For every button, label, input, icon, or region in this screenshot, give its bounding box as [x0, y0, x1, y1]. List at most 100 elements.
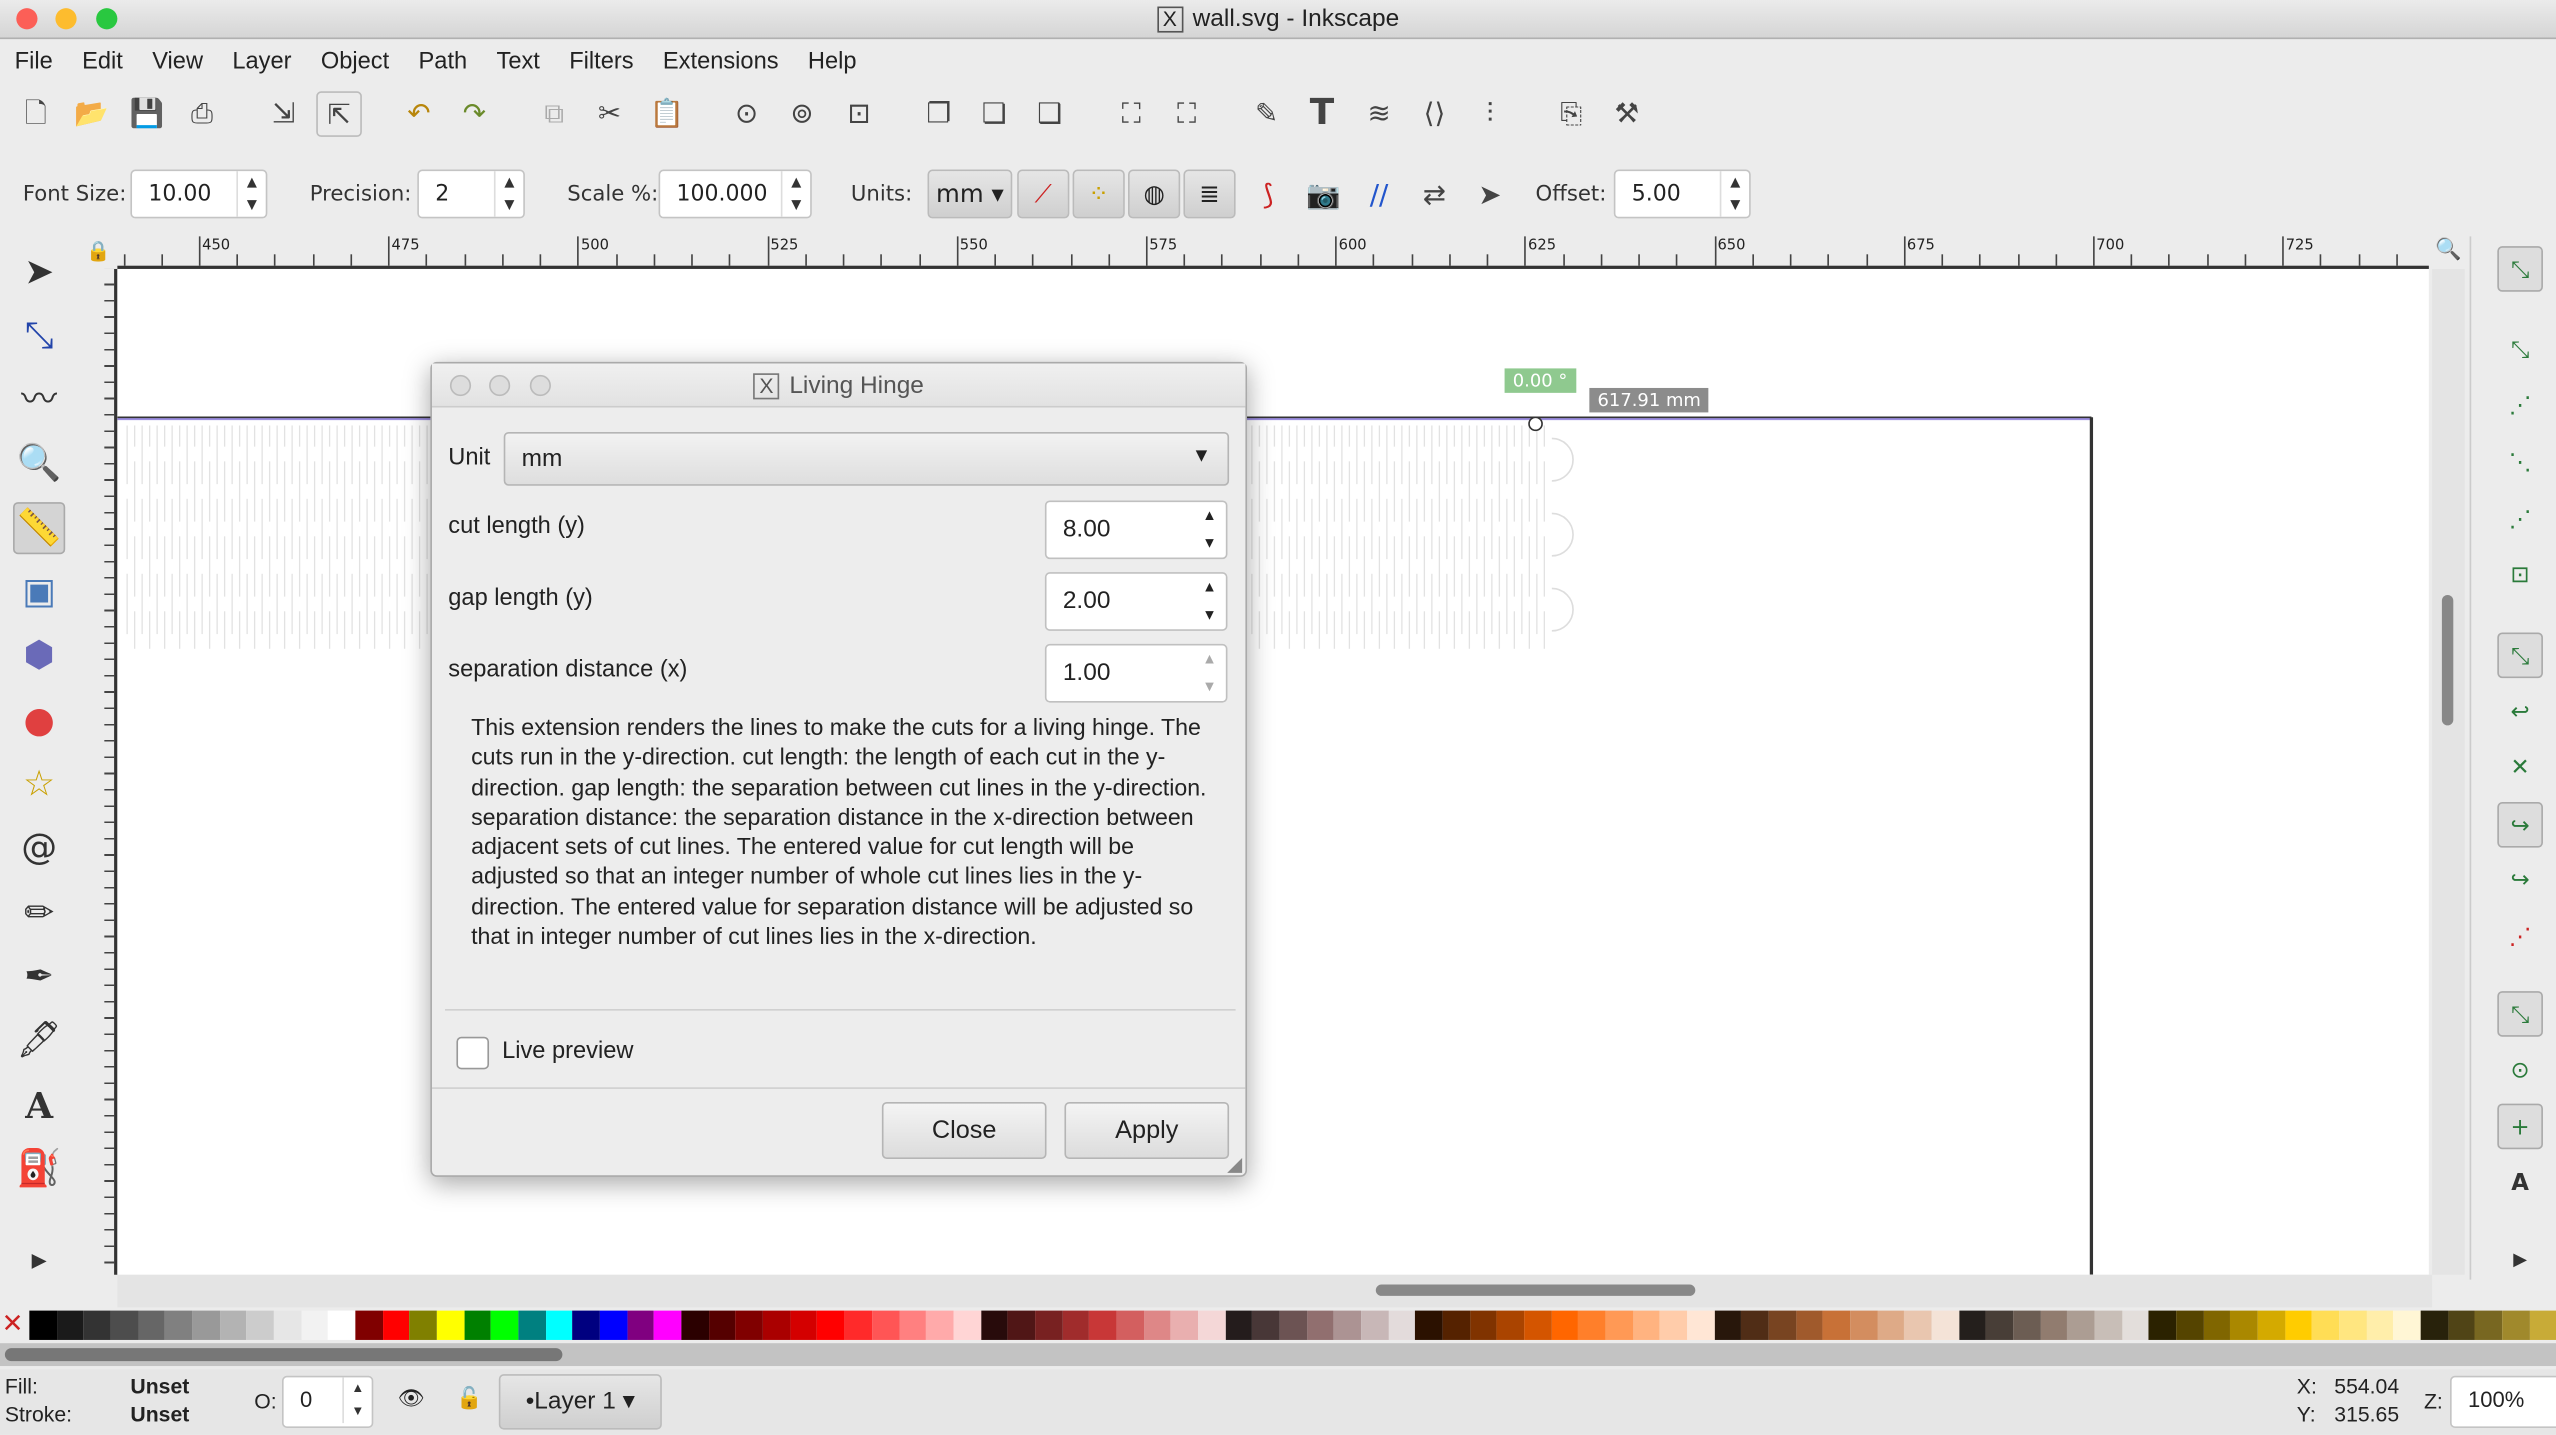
- spin-arrows-icon[interactable]: ▲ ▼: [1719, 171, 1749, 217]
- toggle-layer-lock-icon[interactable]: 🔓: [456, 1386, 482, 1412]
- text-tool-icon[interactable]: A: [13, 1081, 65, 1133]
- color-swatch[interactable]: [2312, 1310, 2340, 1340]
- show-hidden-intersections-icon[interactable]: ⁘: [1072, 169, 1125, 219]
- export-icon[interactable]: ⇱: [316, 91, 362, 137]
- minimize-window-button[interactable]: [55, 8, 77, 30]
- color-swatch[interactable]: [1877, 1310, 1905, 1340]
- print-icon[interactable]: ⎙: [179, 91, 225, 137]
- menu-edit[interactable]: Edit: [67, 41, 137, 85]
- spiral-tool-icon[interactable]: @: [13, 823, 65, 875]
- color-swatch[interactable]: [1442, 1310, 1470, 1340]
- palette-scrollbar[interactable]: [0, 1343, 2556, 1367]
- color-swatch[interactable]: [1333, 1310, 1362, 1340]
- snap-nodes-icon[interactable]: ⤡: [2497, 632, 2543, 679]
- import-icon[interactable]: ⇲: [261, 91, 307, 137]
- color-swatch[interactable]: [2013, 1310, 2041, 1340]
- color-swatch[interactable]: [1578, 1310, 1606, 1340]
- spin-arrows-icon[interactable]: ▲ ▼: [493, 171, 523, 217]
- color-swatch[interactable]: [844, 1310, 872, 1340]
- color-swatch[interactable]: [817, 1310, 845, 1340]
- color-swatch[interactable]: [1469, 1310, 1497, 1340]
- align-icon[interactable]: ⫶: [1467, 91, 1513, 137]
- fill-stroke-icon[interactable]: ✎: [1244, 91, 1290, 137]
- color-swatch[interactable]: [790, 1310, 818, 1340]
- cut-length-input[interactable]: 8.00 ▲ ▼: [1044, 500, 1228, 560]
- color-swatch[interactable]: [1687, 1310, 1715, 1340]
- color-swatch[interactable]: [328, 1310, 356, 1340]
- color-swatch[interactable]: [1605, 1310, 1633, 1340]
- show-measures-between-items-icon[interactable]: ◍: [1128, 169, 1181, 219]
- ungroup-icon[interactable]: ⛶: [1164, 91, 1210, 137]
- tweak-tool-icon[interactable]: 〰: [13, 375, 65, 427]
- to-phantom-icon[interactable]: 📷: [1301, 173, 1347, 219]
- unlink-clone-icon[interactable]: ❑: [1027, 91, 1073, 137]
- color-swatch[interactable]: [2230, 1310, 2258, 1340]
- snap-bbox-edge-icon[interactable]: ⋰: [2497, 383, 2543, 429]
- color-swatch[interactable]: [518, 1310, 546, 1340]
- zoom-page-icon[interactable]: ⊡: [836, 91, 882, 137]
- color-swatch[interactable]: [681, 1310, 709, 1340]
- color-swatch[interactable]: [1795, 1310, 1824, 1340]
- color-swatch[interactable]: [2393, 1310, 2421, 1340]
- menu-filters[interactable]: Filters: [555, 41, 649, 85]
- snap-bbox-center-icon[interactable]: ⊡: [2497, 553, 2543, 599]
- reverse-measure-icon[interactable]: ⟆: [1245, 173, 1291, 219]
- color-swatch[interactable]: [1850, 1310, 1878, 1340]
- zoom-corner-icon[interactable]: 🔍: [2435, 238, 2461, 262]
- rectangle-tool-icon[interactable]: ▣: [13, 567, 65, 619]
- color-swatch[interactable]: [2475, 1310, 2503, 1340]
- color-swatch[interactable]: [1904, 1310, 1932, 1340]
- paste-icon[interactable]: 📋: [644, 91, 690, 137]
- copy-icon[interactable]: ⧉: [531, 91, 577, 137]
- color-swatch[interactable]: [1524, 1310, 1552, 1340]
- color-swatch[interactable]: [1306, 1310, 1334, 1340]
- color-swatch[interactable]: [1361, 1310, 1389, 1340]
- save-icon[interactable]: 💾: [124, 91, 170, 137]
- menu-object[interactable]: Object: [306, 41, 404, 85]
- color-swatch[interactable]: [2149, 1310, 2177, 1340]
- lock-guides-icon[interactable]: 🔒: [86, 240, 110, 263]
- snap-text-baseline-icon[interactable]: A: [2497, 1161, 2543, 1207]
- snap-bbox-icon[interactable]: ⤡: [2497, 328, 2543, 374]
- color-swatch[interactable]: [926, 1310, 954, 1340]
- node-tool-icon[interactable]: ⤡: [13, 311, 65, 363]
- menu-view[interactable]: View: [138, 41, 218, 85]
- horizontal-scrollbar[interactable]: [117, 1274, 2433, 1308]
- color-swatch[interactable]: [246, 1310, 274, 1340]
- color-swatch[interactable]: [464, 1310, 492, 1340]
- menu-file[interactable]: File: [0, 41, 67, 85]
- color-swatch[interactable]: [1958, 1310, 1987, 1340]
- color-swatch[interactable]: [1741, 1310, 1769, 1340]
- color-swatch[interactable]: [708, 1310, 736, 1340]
- new-document-icon[interactable]: 🗋: [13, 91, 59, 137]
- ellipse-tool-icon[interactable]: ●: [13, 696, 65, 748]
- offset-input[interactable]: 5.00 ▲ ▼: [1613, 169, 1751, 219]
- vertical-scrollbar[interactable]: [2432, 268, 2465, 1275]
- zoom-selection-icon[interactable]: ⊙: [724, 91, 770, 137]
- color-swatch[interactable]: [1659, 1310, 1688, 1340]
- cut-icon[interactable]: ✂: [587, 91, 633, 137]
- color-swatch[interactable]: [2121, 1310, 2150, 1340]
- redo-icon[interactable]: ↷: [452, 91, 498, 137]
- spray-tool-icon[interactable]: ⛽: [13, 1144, 65, 1196]
- color-swatch[interactable]: [436, 1310, 465, 1340]
- ignore-first-last-icon[interactable]: ⟋: [1017, 169, 1070, 219]
- more-tools-icon[interactable]: ▶: [13, 1234, 65, 1286]
- current-layer-dropdown[interactable]: •Layer 1 ▾: [498, 1374, 662, 1430]
- color-swatch[interactable]: [735, 1310, 764, 1340]
- zoom-drawing-icon[interactable]: ⊚: [779, 91, 825, 137]
- document-properties-icon[interactable]: ⎘: [1549, 91, 1595, 137]
- mark-dimension-icon[interactable]: ➤: [1467, 173, 1513, 219]
- spin-arrows-icon[interactable]: ▲ ▼: [1193, 502, 1226, 557]
- resize-grip-icon[interactable]: ◢: [1227, 1152, 1242, 1175]
- zoom-tool-icon[interactable]: 🔍: [13, 438, 65, 490]
- color-swatch[interactable]: [1197, 1310, 1226, 1340]
- pen-tool-icon[interactable]: ✒: [13, 952, 65, 1004]
- dialog-close-button[interactable]: [449, 374, 472, 397]
- dialog-minimize-button[interactable]: [489, 374, 511, 397]
- calligraphy-tool-icon[interactable]: 🖋: [13, 1016, 65, 1068]
- snap-line-midpoints-icon[interactable]: ⋰: [2497, 914, 2543, 960]
- color-swatch[interactable]: [627, 1310, 655, 1340]
- color-swatch[interactable]: [1823, 1310, 1851, 1340]
- color-swatch[interactable]: [409, 1310, 437, 1340]
